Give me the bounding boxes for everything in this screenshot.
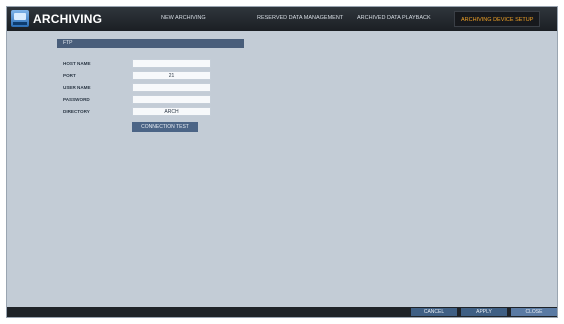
- archive-monitor-icon: [11, 10, 29, 27]
- tab-reserved-data-management[interactable]: RESERVED DATA MANAGEMENT: [257, 15, 343, 21]
- port-label: PORT: [63, 73, 76, 78]
- ftp-section-header: FTP: [57, 39, 244, 48]
- title-bar: ARCHIVING NEW ARCHIVING RESERVED DATA MA…: [7, 7, 557, 31]
- connection-test-button[interactable]: CONNECTION TEST: [132, 122, 198, 132]
- cancel-button[interactable]: CANCEL: [411, 308, 457, 316]
- port-input[interactable]: [132, 71, 211, 80]
- password-label: PASSWORD: [63, 97, 90, 102]
- directory-input[interactable]: [132, 107, 211, 116]
- user-name-input[interactable]: [132, 83, 211, 92]
- page-title: ARCHIVING: [33, 12, 103, 26]
- user-name-label: USER NAME: [63, 85, 91, 90]
- tab-archiving-device-setup[interactable]: ARCHIVING DEVICE SETUP: [454, 11, 541, 27]
- password-input[interactable]: [132, 95, 211, 104]
- close-button[interactable]: CLOSE: [511, 308, 557, 316]
- host-name-label: HOST NAME: [63, 61, 91, 66]
- apply-button[interactable]: APPLY: [461, 308, 507, 316]
- host-name-input[interactable]: [132, 59, 211, 68]
- tab-archived-data-playback[interactable]: ARCHIVED DATA PLAYBACK: [357, 15, 431, 21]
- directory-label: DIRECTORY: [63, 109, 90, 114]
- archiving-window: ARCHIVING NEW ARCHIVING RESERVED DATA MA…: [6, 6, 558, 318]
- tab-new-archiving[interactable]: NEW ARCHIVING: [161, 15, 206, 21]
